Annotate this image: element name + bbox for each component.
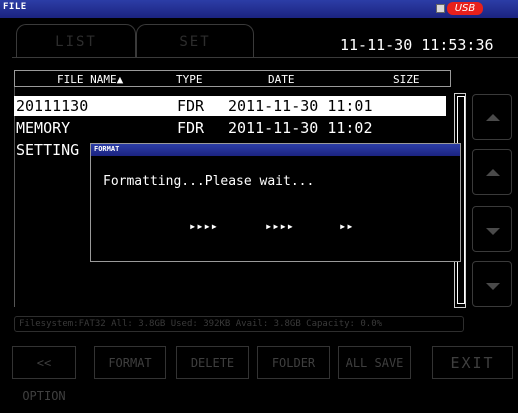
scroll-down-icon bbox=[486, 283, 500, 290]
exit-button[interactable]: EXIT bbox=[432, 346, 513, 379]
tab-set[interactable]: SET bbox=[136, 24, 254, 58]
format-dialog: FORMAT Formatting...Please wait... ▸▸▸▸ … bbox=[90, 143, 461, 262]
dialog-message: Formatting...Please wait... bbox=[103, 174, 315, 189]
row-down-button[interactable] bbox=[472, 206, 512, 252]
file-type: FDR bbox=[177, 119, 205, 137]
clock: 11-11-30 11:53:36 bbox=[340, 36, 494, 54]
file-name: 20111130 bbox=[16, 97, 89, 115]
progress-arrows: ▸▸ bbox=[339, 219, 354, 233]
file-name: SETTING bbox=[16, 141, 80, 159]
file-type: FDR bbox=[177, 97, 205, 115]
column-header-name[interactable]: FILE NAME▲ bbox=[57, 73, 123, 86]
scroll-up-icon bbox=[486, 114, 500, 121]
usb-badge: USB bbox=[447, 2, 483, 15]
progress-arrows: ▸▸▸▸ bbox=[265, 219, 294, 233]
all-save-button[interactable]: ALL SAVE bbox=[338, 346, 411, 379]
usb-indicator: USB bbox=[436, 1, 483, 16]
option-button[interactable]: << OPTION bbox=[12, 346, 76, 403]
column-header-type[interactable]: TYPE bbox=[176, 73, 203, 86]
file-date: 2011-11-30 11:01 bbox=[228, 97, 373, 115]
page-up-button[interactable] bbox=[472, 94, 512, 140]
table-header: FILE NAME▲ TYPE DATE SIZE bbox=[14, 70, 451, 87]
scroll-up-icon bbox=[486, 169, 500, 176]
tab-divider bbox=[12, 57, 518, 58]
delete-button[interactable]: DELETE bbox=[176, 346, 249, 379]
usb-drive-icon bbox=[436, 4, 445, 13]
dialog-title: FORMAT bbox=[94, 145, 120, 153]
folder-button[interactable]: FOLDER bbox=[257, 346, 330, 379]
column-header-date[interactable]: DATE bbox=[268, 73, 295, 86]
format-button[interactable]: FORMAT bbox=[94, 346, 166, 379]
dialog-title-bar: FORMAT bbox=[91, 144, 460, 156]
scroll-down-icon bbox=[486, 228, 500, 235]
row-up-button[interactable] bbox=[472, 149, 512, 195]
file-date: 2011-11-30 11:02 bbox=[228, 119, 373, 137]
filesystem-status: Filesystem:FAT32 All: 3.8GB Used: 392KB … bbox=[14, 316, 464, 332]
progress-arrows: ▸▸▸▸ bbox=[189, 219, 218, 233]
file-name: MEMORY bbox=[16, 119, 71, 137]
page-down-button[interactable] bbox=[472, 261, 512, 307]
tab-list[interactable]: LIST bbox=[16, 24, 136, 58]
table-row[interactable]: MEMORY FDR 2011-11-30 11:02 bbox=[14, 118, 446, 138]
title-bar: FILE USB bbox=[0, 0, 518, 18]
table-row[interactable]: 20111130 FDR 2011-11-30 11:01 bbox=[14, 96, 446, 116]
window-title: FILE bbox=[3, 2, 27, 12]
column-header-size[interactable]: SIZE bbox=[393, 73, 420, 86]
